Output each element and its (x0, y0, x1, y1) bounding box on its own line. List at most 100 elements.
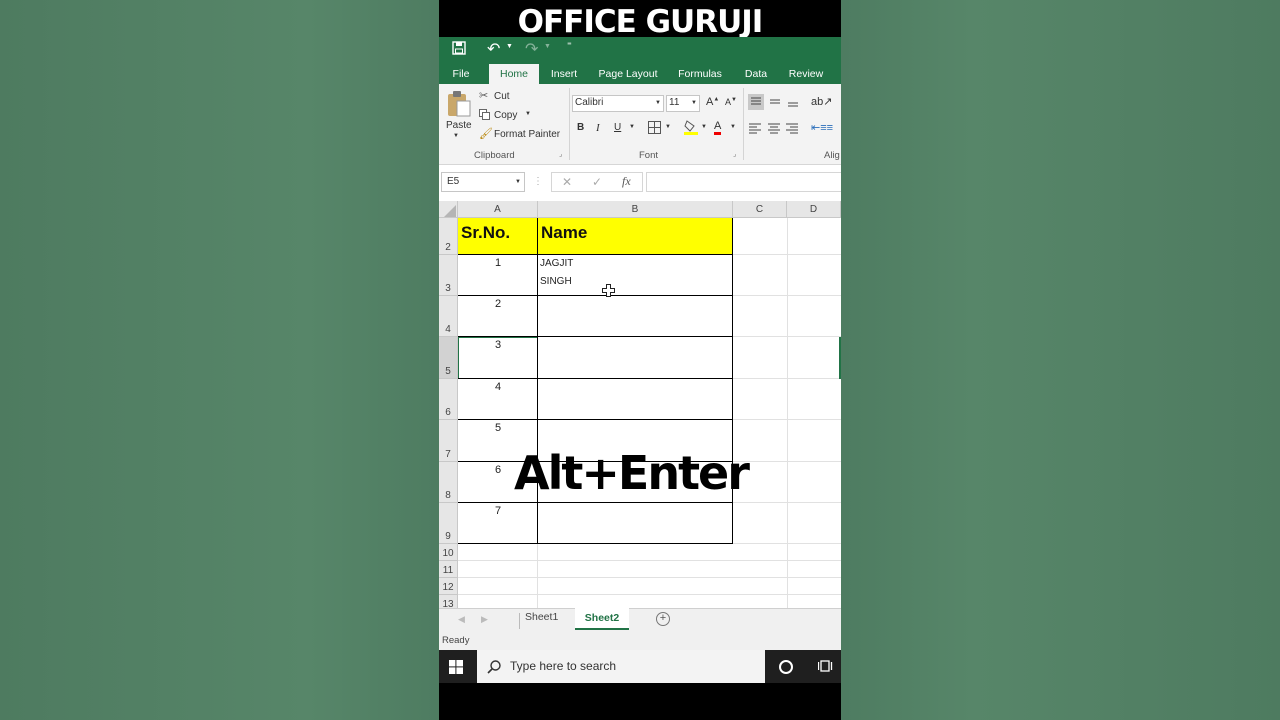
name-cell-line2[interactable]: SINGH (540, 276, 572, 287)
row-header-3[interactable]: 3 (439, 255, 458, 296)
format-painter-button[interactable]: Format Painter (494, 129, 560, 140)
borders-dropdown-icon[interactable]: ▼ (665, 124, 671, 130)
row-header-2[interactable]: 2 (439, 218, 458, 255)
underline-dropdown-icon[interactable]: ▼ (629, 124, 635, 130)
more-options-icon: ⋮ (533, 176, 543, 187)
sheet-tab-sheet2[interactable]: Sheet2 (575, 608, 629, 630)
redo-dropdown-icon[interactable]: ▼ (544, 43, 551, 50)
font-family-value: Calibri (575, 97, 604, 108)
copy-dropdown-icon[interactable]: ▼ (525, 111, 531, 117)
serial-cell[interactable]: 2 (458, 298, 538, 310)
align-right-icon[interactable] (785, 121, 799, 139)
clipboard-launcher-icon[interactable]: ⌟ (559, 150, 562, 158)
fill-color-icon[interactable] (684, 119, 698, 138)
align-left-icon[interactable] (748, 121, 762, 139)
row-header-7[interactable]: 7 (439, 420, 458, 462)
align-center-icon[interactable] (767, 121, 781, 139)
row-header-12[interactable]: 12 (439, 578, 458, 595)
column-header-c[interactable]: C (733, 201, 787, 218)
undo-dropdown-icon[interactable]: ▼ (506, 43, 513, 50)
task-view-icon[interactable] (817, 659, 833, 678)
copy-button[interactable]: Copy (494, 110, 517, 121)
column-header-b[interactable]: B (538, 201, 733, 218)
header-name[interactable]: Name (541, 223, 587, 243)
tab-file[interactable]: File (447, 64, 475, 84)
bottom-align-icon[interactable] (785, 94, 801, 115)
sheet-tab-sheet1[interactable]: Sheet1 (525, 611, 558, 623)
paste-dropdown-icon[interactable]: ▼ (453, 133, 459, 139)
customize-toolbar-icon[interactable]: ⁼ (567, 40, 572, 51)
font-size-value: 11 (669, 97, 680, 108)
font-launcher-icon[interactable]: ⌟ (733, 150, 736, 158)
tab-formulas[interactable]: Formulas (675, 64, 725, 84)
search-icon (487, 660, 501, 674)
clipboard-group-label: Clipboard (474, 150, 515, 161)
taskbar-search-box[interactable]: Type here to search (477, 650, 765, 683)
serial-cell[interactable]: 1 (458, 257, 538, 269)
column-header-a[interactable]: A (458, 201, 538, 218)
name-cell-line1[interactable]: JAGJIT (540, 258, 573, 269)
gridline (733, 295, 841, 296)
increase-font-icon[interactable]: A▲ (706, 96, 719, 108)
select-all-corner[interactable] (439, 201, 458, 218)
serial-cell[interactable]: 3 (458, 339, 538, 351)
row-header-6[interactable]: 6 (439, 379, 458, 420)
tab-insert[interactable]: Insert (547, 64, 581, 84)
row-number: 4 (445, 324, 451, 335)
fill-color-dropdown-icon[interactable]: ▼ (701, 124, 707, 130)
italic-button[interactable]: I (596, 122, 600, 134)
serial-cell[interactable]: 4 (458, 381, 538, 393)
row-header-4[interactable]: 4 (439, 296, 458, 337)
undo-icon[interactable]: ↶ (487, 39, 500, 59)
middle-align-icon[interactable] (767, 94, 783, 115)
row-number: 12 (442, 582, 454, 593)
underline-button[interactable]: U (614, 122, 621, 133)
table-border (458, 378, 733, 379)
ribbon-home: Paste ▼ ✂ Cut Copy ▼ 🖌 Format Painter Cl… (439, 84, 841, 165)
paste-button[interactable] (446, 90, 472, 123)
add-sheet-icon[interactable]: + (656, 612, 670, 626)
row-header-11[interactable]: 11 (439, 561, 458, 578)
cortana-icon[interactable] (779, 660, 793, 674)
cell-cursor-icon (602, 284, 615, 302)
tab-home[interactable]: Home (489, 64, 539, 84)
tab-review[interactable]: Review (786, 64, 826, 84)
indent-icon[interactable]: ⇤≡≡ (811, 121, 833, 134)
save-icon[interactable] (452, 41, 466, 58)
header-srno[interactable]: Sr.No. (461, 223, 510, 243)
table-border (458, 502, 733, 503)
font-color-dropdown-icon[interactable]: ▼ (730, 124, 736, 130)
windows-start-icon[interactable] (449, 660, 463, 679)
column-header-d[interactable]: D (787, 201, 841, 218)
insert-function-icon[interactable]: fx (622, 174, 631, 188)
row-number: 6 (445, 407, 451, 418)
row-number: 10 (442, 548, 454, 559)
search-placeholder: Type here to search (510, 659, 617, 673)
redo-icon[interactable]: ↷ (525, 39, 538, 59)
decrease-font-icon[interactable]: A▼ (725, 97, 737, 107)
formula-input[interactable] (646, 172, 841, 192)
name-box[interactable]: E5 ▼ (441, 172, 525, 192)
formula-buttons: ✕ ✓ fx (551, 172, 643, 192)
bold-button[interactable]: B (577, 122, 584, 133)
scroll-right-icon[interactable]: ▶ (481, 614, 488, 625)
row-header-8[interactable]: 8 (439, 462, 458, 503)
orientation-icon[interactable]: ab↗ (811, 95, 832, 108)
cancel-icon[interactable]: ✕ (562, 175, 572, 189)
font-size-select[interactable]: 11 ▼ (666, 95, 700, 112)
row-header-10[interactable]: 10 (439, 544, 458, 561)
row-header-5[interactable]: 5 (439, 337, 458, 379)
scroll-left-icon[interactable]: ◀ (458, 614, 465, 625)
enter-icon[interactable]: ✓ (592, 175, 602, 189)
borders-icon[interactable] (648, 121, 661, 137)
row-header-9[interactable]: 9 (439, 503, 458, 544)
font-family-select[interactable]: Calibri ▼ (572, 95, 664, 112)
tab-data[interactable]: Data (741, 64, 771, 84)
serial-cell[interactable]: 5 (458, 422, 538, 434)
serial-cell[interactable]: 7 (458, 505, 538, 517)
tab-page-layout[interactable]: Page Layout (596, 64, 660, 84)
font-color-button[interactable]: A (714, 121, 722, 135)
top-align-icon[interactable] (748, 94, 764, 110)
row-header-13[interactable]: 13 (439, 595, 458, 608)
cut-button[interactable]: Cut (494, 91, 510, 102)
